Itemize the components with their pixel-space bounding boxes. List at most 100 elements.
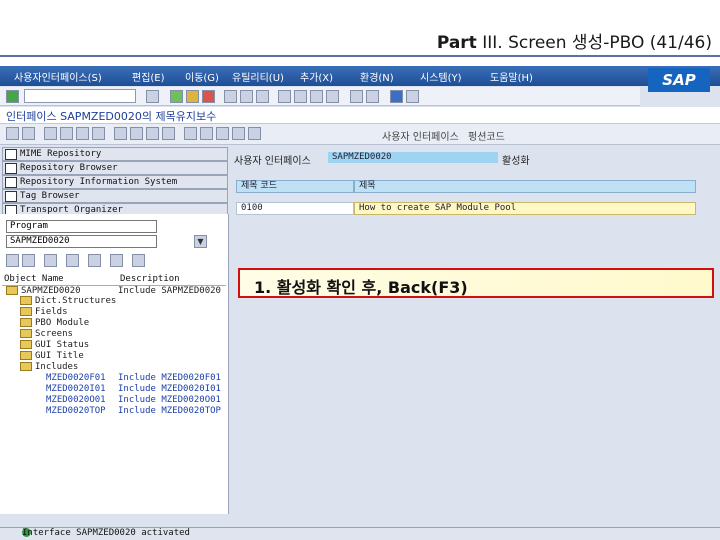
menu-bar: 사용자인터페이스(S) 편집(E) 이동(G) 유틸리티(U) 추가(X) 환경… (0, 66, 720, 92)
layout-icon[interactable] (406, 90, 419, 103)
tree-row[interactable]: PBO Module (20, 318, 89, 328)
folder-icon (20, 340, 32, 349)
collapse-icon[interactable] (88, 254, 101, 267)
interface-field: SAPMZED0020 (328, 152, 498, 163)
nav-mime-repository[interactable]: MIME Repository (2, 147, 228, 161)
tree-row[interactable]: MZED0020TOP (46, 406, 106, 416)
status-message: Interface SAPMZED0020 activated (22, 528, 190, 538)
title-code-cell[interactable]: 0100 (236, 202, 354, 215)
menu-item-system[interactable]: 시스템(Y) (420, 69, 462, 84)
folder-icon (20, 329, 32, 338)
title-divider (0, 55, 720, 57)
tree-row[interactable]: MZED0020O01 (46, 395, 106, 405)
nav-back-icon[interactable] (6, 254, 19, 267)
status-text: 활성화 (502, 156, 530, 167)
back-icon[interactable] (170, 90, 183, 103)
tree-row-desc: Include MZED0020F01 (118, 373, 221, 383)
navigation-window-icon[interactable] (146, 127, 159, 140)
translate-icon[interactable] (248, 127, 261, 140)
user-interface-button[interactable]: 사용자 인터페이스 (382, 128, 459, 143)
check-icon[interactable] (76, 127, 89, 140)
last-page-icon[interactable] (326, 90, 339, 103)
copy-icon[interactable] (200, 127, 213, 140)
find-next-icon[interactable] (256, 90, 269, 103)
next-page-icon[interactable] (310, 90, 323, 103)
nav-forward-icon[interactable] (22, 254, 35, 267)
col-description: Description (120, 274, 180, 284)
menu-item-extras[interactable]: 추가(X) (300, 69, 333, 84)
worklist-icon[interactable] (162, 127, 175, 140)
exit-icon[interactable] (186, 90, 199, 103)
folder-icon (20, 351, 32, 360)
refresh-icon[interactable] (110, 254, 123, 267)
tree-row-desc: Include MZED0020I01 (118, 384, 221, 394)
slide-title: Part III. Screen 생성-PBO (41/46) (437, 28, 712, 53)
tree-row[interactable]: GUI Status (20, 340, 89, 350)
enter-icon[interactable] (6, 90, 19, 103)
forward-arrow-icon[interactable] (22, 127, 35, 140)
mime-icon (5, 149, 17, 160)
cancel-icon[interactable] (202, 90, 215, 103)
rename-icon[interactable] (232, 127, 245, 140)
folder-icon (6, 286, 18, 295)
sap-gui-window: 사용자인터페이스(S) 편집(E) 이동(G) 유틸리티(U) 추가(X) 환경… (0, 66, 720, 540)
nav-repository-browser[interactable]: Repository Browser (2, 161, 228, 175)
up-icon[interactable] (44, 254, 57, 267)
nav-tag-browser[interactable]: Tag Browser (2, 189, 228, 203)
shortcut-icon[interactable] (366, 90, 379, 103)
print-icon[interactable] (224, 90, 237, 103)
sap-logo: SAP (648, 68, 710, 92)
interface-label: 사용자 인터페이스 (234, 156, 311, 167)
menu-item-utilities[interactable]: 유틸리티(U) (232, 69, 284, 84)
activate-icon[interactable] (92, 127, 105, 140)
expand-icon[interactable] (66, 254, 79, 267)
nav-repository-information-system[interactable]: Repository Information System (2, 175, 228, 189)
tree-row[interactable]: Dict.Structures (20, 296, 116, 306)
screen-title-bar: 인터페이스 SAPMZED0020의 제목유지보수 (0, 107, 720, 124)
tree-row-desc: Include MZED0020TOP (118, 406, 221, 416)
tree-row[interactable]: MZED0020I01 (46, 384, 106, 394)
slide-title-rest: III. Screen 생성-PBO (41/46) (482, 33, 712, 53)
tree-settings-icon[interactable] (132, 254, 145, 267)
menu-item-environment[interactable]: 환경(N) (360, 69, 394, 84)
back-arrow-icon[interactable] (6, 127, 19, 140)
instruction-callout: 1. 활성화 확인 후, Back(F3) (238, 268, 714, 298)
object-type-select[interactable]: Program (6, 220, 157, 233)
tree-row[interactable]: Screens (20, 329, 73, 339)
first-page-icon[interactable] (278, 90, 291, 103)
title-cell[interactable]: How to create SAP Module Pool (354, 202, 696, 215)
help-icon[interactable] (390, 90, 403, 103)
tree-row[interactable]: MZED0020F01 (46, 373, 106, 383)
where-used-icon[interactable] (114, 127, 127, 140)
tree-header: Object Name Description (2, 274, 226, 286)
save-icon[interactable] (146, 90, 159, 103)
object-list-icon[interactable] (130, 127, 143, 140)
toggle-icon[interactable] (44, 127, 57, 140)
command-field[interactable] (24, 89, 136, 103)
dropdown-icon[interactable]: ▼ (194, 235, 207, 248)
find-icon[interactable] (240, 90, 253, 103)
new-session-icon[interactable] (350, 90, 363, 103)
menu-item-user-interface[interactable]: 사용자인터페이스(S) (14, 69, 102, 84)
col-title: 제목 (354, 180, 696, 193)
menu-item-goto[interactable]: 이동(G) (185, 69, 219, 84)
program-input[interactable]: SAPMZED0020 (6, 235, 157, 248)
function-code-button[interactable]: 펑션코드 (468, 128, 505, 143)
tree-row[interactable]: Fields (20, 307, 68, 317)
display-change-icon[interactable] (60, 127, 73, 140)
info-system-icon (5, 177, 17, 188)
folder-icon (20, 362, 32, 371)
status-bar: Interface SAPMZED0020 activated (0, 527, 720, 540)
standard-toolbar (0, 87, 640, 106)
tree-row[interactable]: SAPMZED0020 (6, 286, 81, 296)
callout-text: 1. 활성화 확인 후, Back(F3) (254, 278, 468, 297)
menu-item-edit[interactable]: 편집(E) (132, 69, 165, 84)
tree-row[interactable]: Includes (20, 362, 78, 372)
application-toolbar: 사용자 인터페이스 펑션코드 (0, 124, 720, 145)
delete-icon[interactable] (216, 127, 229, 140)
tree-row[interactable]: GUI Title (20, 351, 84, 361)
create-icon[interactable] (184, 127, 197, 140)
prev-page-icon[interactable] (294, 90, 307, 103)
menu-item-help[interactable]: 도움말(H) (490, 69, 533, 84)
slide-title-prefix: Part (436, 33, 477, 53)
